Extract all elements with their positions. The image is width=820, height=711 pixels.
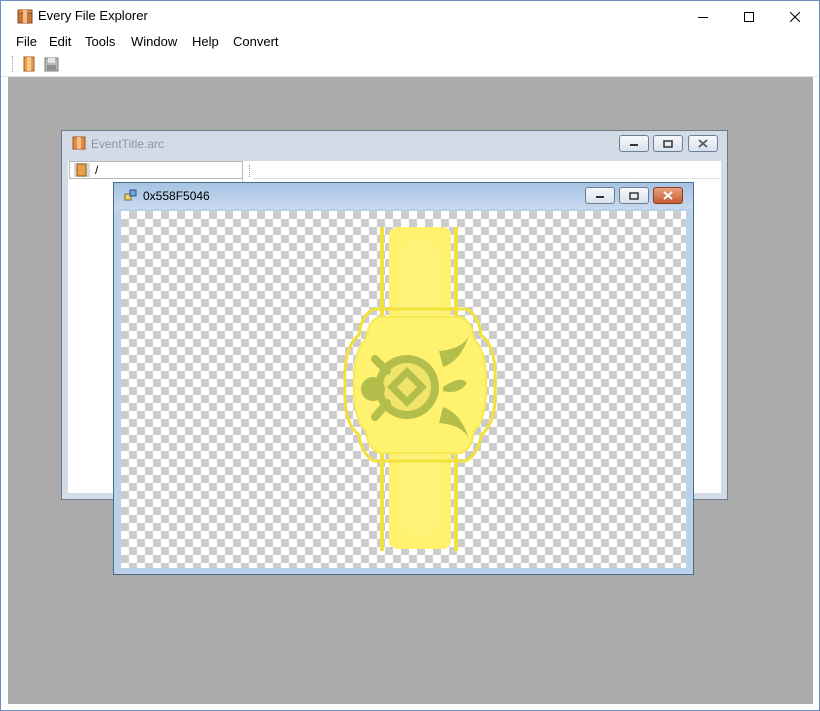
- main-window: Every File Explorer File Edit Tools Wind…: [0, 0, 820, 711]
- image-minimize-button[interactable]: [585, 187, 615, 204]
- mdi-workspace: EventTitle.arc / 0x558F5046: [8, 77, 813, 704]
- minimize-icon: [698, 16, 708, 18]
- folder-icon: [74, 163, 90, 177]
- package-icon: [17, 9, 33, 24]
- image-close-button[interactable]: [653, 187, 683, 204]
- minimize-button[interactable]: [680, 1, 726, 32]
- archive-window-titlebar[interactable]: EventTitle.arc: [62, 131, 727, 157]
- close-icon: [790, 11, 800, 22]
- menu-help[interactable]: Help: [192, 33, 219, 51]
- close-button[interactable]: [772, 1, 818, 32]
- menu-file[interactable]: File: [16, 33, 37, 51]
- open-button[interactable]: [20, 55, 40, 73]
- save-disk-icon: [44, 57, 59, 72]
- title-bar: Every File Explorer: [1, 1, 819, 32]
- archive-maximize-button[interactable]: [653, 135, 683, 152]
- texture-image: [343, 227, 497, 551]
- menu-tools[interactable]: Tools: [85, 33, 115, 51]
- menu-window[interactable]: Window: [131, 33, 177, 51]
- menu-edit[interactable]: Edit: [49, 33, 71, 51]
- image-window-titlebar[interactable]: 0x558F5046: [114, 183, 693, 209]
- save-button[interactable]: [42, 55, 62, 73]
- archive-minimize-button[interactable]: [619, 135, 649, 152]
- menu-convert[interactable]: Convert: [233, 33, 279, 51]
- window-title: Every File Explorer: [38, 8, 148, 23]
- minimize-icon: [630, 143, 638, 146]
- splitter[interactable]: [249, 165, 251, 177]
- file-list-pane[interactable]: [252, 161, 720, 179]
- close-icon: [698, 139, 708, 148]
- image-preview-canvas: [121, 211, 686, 568]
- image-maximize-button[interactable]: [619, 187, 649, 204]
- tree-root-item[interactable]: /: [69, 161, 243, 179]
- toolbar: [1, 52, 819, 77]
- close-icon: [663, 191, 673, 200]
- restore-icon: [629, 191, 639, 200]
- image-window-icon: [124, 189, 137, 205]
- minimize-icon: [596, 195, 604, 198]
- open-folder-icon: [23, 56, 35, 72]
- image-window[interactable]: 0x558F5046: [113, 182, 694, 575]
- archive-close-button[interactable]: [688, 135, 718, 152]
- restore-icon: [663, 139, 673, 148]
- maximize-button[interactable]: [726, 1, 772, 32]
- toolbar-grip[interactable]: [12, 56, 14, 72]
- tree-root-label: /: [95, 163, 99, 177]
- image-window-title: 0x558F5046: [143, 189, 210, 203]
- archive-window-title: EventTitle.arc: [91, 137, 164, 151]
- menu-bar: File Edit Tools Window Help Convert: [1, 32, 819, 52]
- maximize-icon: [744, 11, 754, 22]
- archive-icon: [72, 136, 86, 153]
